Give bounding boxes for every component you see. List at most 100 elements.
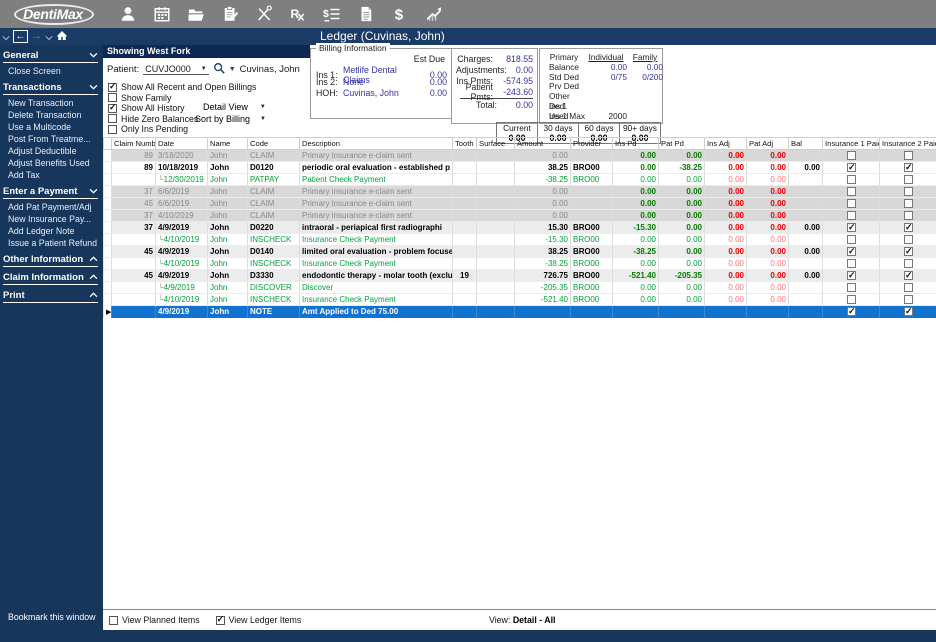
row-selector[interactable]	[104, 174, 112, 186]
sidebar-item-new-insurance-pay[interactable]: New Insurance Pay...	[0, 213, 103, 225]
insurance-1-paid-checkbox[interactable]	[823, 258, 880, 270]
insurance-2-paid-checkbox[interactable]	[880, 150, 936, 162]
checkbox-icon[interactable]	[108, 125, 117, 134]
view-planned-items-checkbox[interactable]: View Planned Items	[109, 615, 200, 625]
home-icon[interactable]	[56, 28, 68, 46]
row-selector[interactable]	[104, 270, 112, 282]
sidebar-section-enter-a-payment[interactable]: Enter a Payment	[3, 186, 98, 199]
column-header-date[interactable]: Date	[156, 138, 208, 150]
row-selector[interactable]	[104, 282, 112, 294]
insurance-1-paid-checkbox[interactable]	[823, 246, 880, 258]
insurance-1-paid-checkbox[interactable]	[823, 210, 880, 222]
column-header-name[interactable]: Name	[208, 138, 248, 150]
insurance-1-paid-checkbox[interactable]	[823, 186, 880, 198]
checkbox-icon[interactable]	[108, 83, 117, 92]
insurance-2-paid-checkbox[interactable]	[880, 234, 936, 246]
checkbox-icon[interactable]	[108, 114, 117, 123]
column-header-tooth[interactable]: Tooth	[453, 138, 477, 150]
row-selector[interactable]	[104, 186, 112, 198]
ledger-row[interactable]: 454/9/2019JohnD0140limited oral evaluati…	[104, 246, 936, 258]
row-selector[interactable]	[104, 210, 112, 222]
sidebar-item-add-ledger-note[interactable]: Add Ledger Note	[0, 225, 103, 237]
row-selector[interactable]	[104, 246, 112, 258]
insurance-2-paid-checkbox[interactable]	[880, 282, 936, 294]
sort-by-dropdown[interactable]: Sort by Billing ▼	[195, 114, 266, 124]
insurance-1-paid-checkbox[interactable]	[823, 222, 880, 234]
ledger-row[interactable]: 8910/18/2019JohnD0120periodic oral evalu…	[104, 162, 936, 174]
insurance-2-paid-checkbox[interactable]	[880, 210, 936, 222]
patient-icon[interactable]	[118, 4, 138, 24]
ledger-row[interactable]: └12/30/2019JohnPATPAYPatient Check Payme…	[104, 174, 936, 186]
column-header-pat-pd[interactable]: Pat Pd	[659, 138, 705, 150]
ledger-row[interactable]: └4/10/2019JohnINSCHECKInsurance Check Pa…	[104, 258, 936, 270]
sidebar-item-post-from-treatme[interactable]: Post From Treatme...	[0, 133, 103, 145]
column-header-insurance-1-paid[interactable]: Insurance 1 Paid	[823, 138, 880, 150]
back-button[interactable]: ←	[13, 30, 28, 43]
insurance-1-paid-checkbox[interactable]	[823, 198, 880, 210]
open-folder-icon[interactable]	[186, 4, 206, 24]
ledger-row[interactable]: 454/9/2019JohnD3330endodontic therapy - …	[104, 270, 936, 282]
patient-filter-icon[interactable]: ▼	[229, 66, 236, 73]
sidebar-item-adjust-deductible[interactable]: Adjust Deductible	[0, 145, 103, 157]
ledger-row[interactable]: 374/9/2019JohnD0220intraoral - periapica…	[104, 222, 936, 234]
bookmark-this-window[interactable]: Bookmark this window	[8, 612, 96, 622]
row-selector[interactable]	[104, 234, 112, 246]
insurance-1-paid-checkbox[interactable]	[823, 150, 880, 162]
ledger-row[interactable]: └4/9/2019JohnDISCOVERDiscover-205.35BRO0…	[104, 282, 936, 294]
sidebar-item-issue-a-patient-refund[interactable]: Issue a Patient Refund	[0, 237, 103, 249]
forward-button[interactable]: →	[31, 31, 42, 42]
insurance-1-paid-checkbox[interactable]	[823, 174, 880, 186]
ledger-row[interactable]: ▶4/9/2019JohnNOTEAmt Applied to Ded 75.0…	[104, 306, 936, 318]
clipboard-icon[interactable]	[220, 4, 240, 24]
prescriptions-icon[interactable]: R	[288, 4, 308, 24]
filter-only-ins-pending[interactable]: Only Ins Pending	[108, 124, 256, 134]
row-selector[interactable]	[104, 258, 112, 270]
sidebar-item-delete-transaction[interactable]: Delete Transaction	[0, 109, 103, 121]
sidebar-section-transactions[interactable]: Transactions	[3, 82, 98, 95]
row-selector[interactable]	[104, 222, 112, 234]
column-header-amount[interactable]: Amount	[515, 138, 571, 150]
checkbox-icon[interactable]	[108, 93, 117, 102]
checkbox-icon[interactable]	[108, 104, 117, 113]
column-header-insurance-2-paid[interactable]: Insurance 2 Paid	[880, 138, 936, 150]
row-selector[interactable]	[104, 294, 112, 306]
billing-icon[interactable]: $	[322, 4, 342, 24]
row-selector[interactable]	[104, 162, 112, 174]
sidebar-section-other-information[interactable]: Other Information	[3, 254, 98, 267]
chevron-down-icon[interactable]	[2, 28, 10, 46]
insurance-1-paid-checkbox[interactable]	[823, 234, 880, 246]
column-header-bal[interactable]: Bal	[789, 138, 823, 150]
ledger-row[interactable]: 374/10/2019JohnCLAIMPrimary insurance e-…	[104, 210, 936, 222]
column-header-pat-adj[interactable]: Pat Adj	[747, 138, 789, 150]
schedule-icon[interactable]	[152, 4, 172, 24]
ledger-row[interactable]: 456/6/2019JohnCLAIMPrimary insurance e-c…	[104, 198, 936, 210]
insurance-2-paid-checkbox[interactable]	[880, 306, 936, 318]
column-header-ins-adj[interactable]: Ins Adj	[705, 138, 747, 150]
sidebar-item-add-tax[interactable]: Add Tax	[0, 169, 103, 181]
clinical-tools-icon[interactable]	[254, 4, 274, 24]
sidebar-section-print[interactable]: Print	[3, 290, 98, 303]
insurance-1-paid-checkbox[interactable]	[823, 306, 880, 318]
insurance-2-paid-checkbox[interactable]	[880, 294, 936, 306]
checkbox-icon[interactable]	[109, 616, 118, 625]
column-header-description[interactable]: Description	[300, 138, 453, 150]
ledger-row[interactable]: 376/6/2019JohnCLAIMPrimary insurance e-c…	[104, 186, 936, 198]
view-mode-dropdown[interactable]: Detail View ▼	[203, 102, 266, 112]
insurance-2-paid-checkbox[interactable]	[880, 174, 936, 186]
insurance-2-paid-checkbox[interactable]	[880, 258, 936, 270]
insurance-2-paid-checkbox[interactable]	[880, 162, 936, 174]
filter-show-all-recent-and-open-billings[interactable]: Show All Recent and Open Billings	[108, 82, 256, 92]
sidebar-item-new-transaction[interactable]: New Transaction	[0, 97, 103, 109]
insurance-1-paid-checkbox[interactable]	[823, 162, 880, 174]
ledger-row[interactable]: └4/10/2019JohnINSCHECKInsurance Check Pa…	[104, 294, 936, 306]
insurance-2-paid-checkbox[interactable]	[880, 186, 936, 198]
column-header-claim-number[interactable]: Claim Number	[112, 138, 156, 150]
insurance-2-paid-checkbox[interactable]	[880, 198, 936, 210]
column-header-code[interactable]: Code	[248, 138, 300, 150]
patient-combo[interactable]: CUVJO000 ▼	[143, 64, 208, 75]
row-selector[interactable]: ▶	[104, 306, 112, 318]
ledger-row[interactable]: 893/18/2020JohnCLAIMPrimary insurance e-…	[104, 150, 936, 162]
column-header-surface[interactable]: Surface	[477, 138, 515, 150]
documents-icon[interactable]	[356, 4, 376, 24]
row-selector[interactable]	[104, 150, 112, 162]
